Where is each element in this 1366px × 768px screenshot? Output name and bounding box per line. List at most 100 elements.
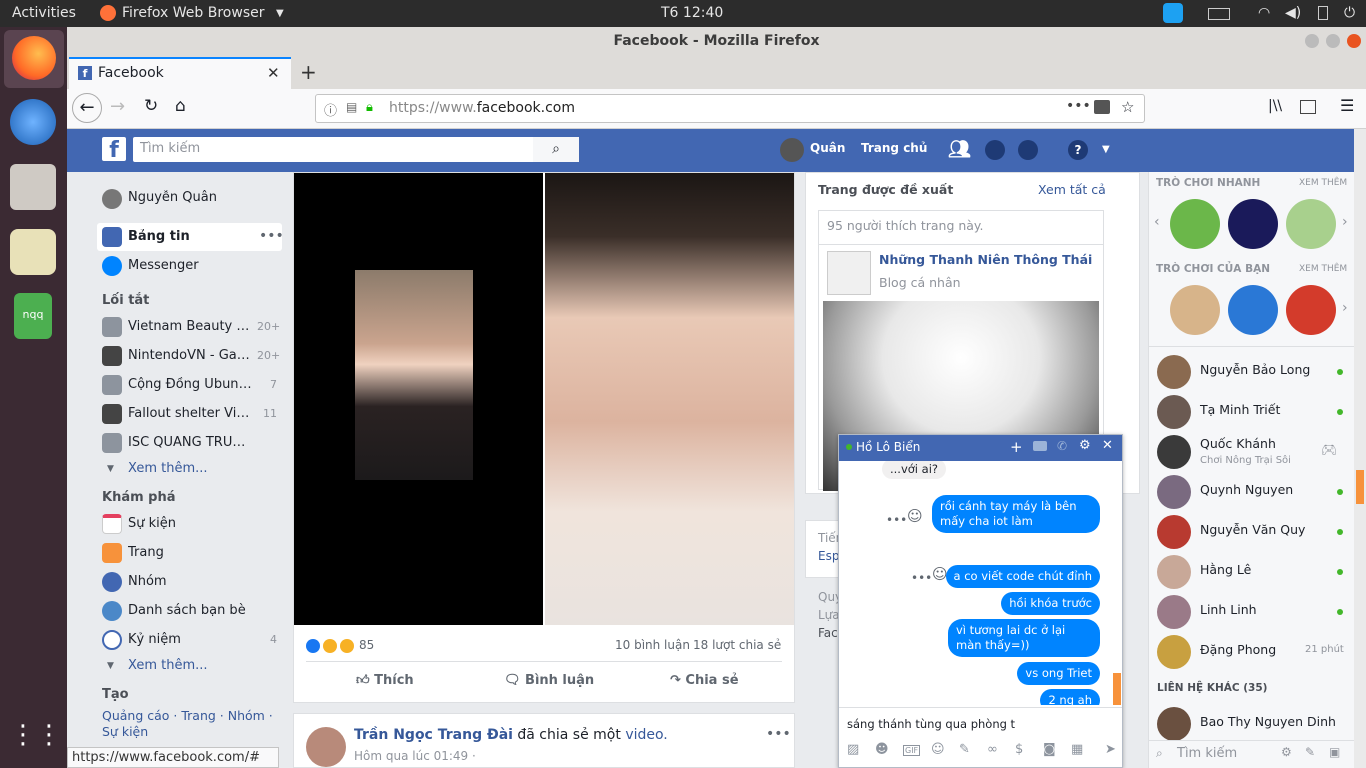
files-launcher[interactable] bbox=[10, 164, 56, 210]
table-icon[interactable]: ▦ bbox=[1071, 742, 1083, 757]
explore-item-memories[interactable]: Kỷ niệm bbox=[128, 632, 252, 647]
contact-item[interactable]: Linh Linh bbox=[1157, 593, 1347, 633]
game-farm-icon[interactable] bbox=[1170, 285, 1220, 335]
share-count[interactable]: 18 lượt chia sẻ bbox=[693, 638, 781, 652]
minimize-button[interactable] bbox=[1305, 34, 1319, 48]
see-more-shortcuts[interactable]: Xem thêm... bbox=[128, 461, 252, 476]
activities-button[interactable]: Activities bbox=[12, 5, 76, 21]
pocket-icon[interactable] bbox=[1094, 100, 1110, 114]
battery-icon[interactable] bbox=[1318, 6, 1328, 20]
contact-item[interactable]: Nguyễn Bảo Long bbox=[1157, 353, 1347, 393]
game-chicken-icon[interactable] bbox=[1228, 285, 1278, 335]
shortcut-item[interactable]: Vietnam Beauty & ... bbox=[128, 319, 252, 334]
tab-facebook[interactable]: f Facebook ✕ bbox=[69, 57, 291, 89]
url-bar[interactable]: ⓘ ▤ 🔒︎ https://www.facebook.com ••• ☆ bbox=[315, 94, 1145, 123]
avatar[interactable] bbox=[306, 727, 346, 767]
game-candy-icon[interactable] bbox=[1286, 285, 1336, 335]
add-people-icon[interactable]: + bbox=[1010, 438, 1023, 456]
chat-contact-name[interactable]: Hồ Lô Biển bbox=[856, 440, 920, 454]
show-apps-button[interactable]: ⋮⋮ bbox=[10, 712, 62, 758]
peek-text[interactable]: Esp bbox=[818, 549, 839, 563]
help-icon[interactable]: ? bbox=[1068, 140, 1088, 160]
contact-item[interactable]: Tạ Minh Triết bbox=[1157, 393, 1347, 433]
chevron-right-icon[interactable]: › bbox=[1342, 300, 1348, 316]
page-avatar[interactable] bbox=[827, 251, 871, 295]
profile-link[interactable]: Quân bbox=[810, 141, 845, 155]
keyboard-icon[interactable] bbox=[1208, 8, 1230, 20]
sidebar-item-newsfeed[interactable]: Bảng tin bbox=[128, 229, 252, 244]
power-icon[interactable]: ⏻ bbox=[1344, 5, 1355, 21]
gif-icon[interactable]: GIF bbox=[903, 745, 921, 756]
sidebar-toggle-icon[interactable] bbox=[1300, 100, 1316, 114]
image-icon[interactable]: ▨ bbox=[847, 742, 859, 757]
post-time[interactable]: Hôm qua lúc 01:49 · bbox=[354, 749, 476, 763]
facebook-logo[interactable]: f bbox=[102, 137, 126, 163]
more-options-icon[interactable]: ••• bbox=[259, 228, 284, 244]
app-menu[interactable]: Firefox Web Browser bbox=[122, 5, 265, 21]
contact-item[interactable]: Quốc Khánh Chơi Nông Trại Sôi 🎮︎ bbox=[1157, 433, 1347, 473]
game-minecraft-icon[interactable] bbox=[1170, 199, 1220, 249]
firefox-launcher[interactable] bbox=[4, 30, 64, 88]
maximize-button[interactable] bbox=[1326, 34, 1340, 48]
message-input[interactable]: sáng thánh tùng qua phòng t bbox=[847, 717, 1015, 731]
notifications-globe-icon[interactable] bbox=[1018, 140, 1038, 160]
gear-icon[interactable]: ⚙ bbox=[1079, 438, 1091, 453]
attach-icon[interactable]: ✎ bbox=[959, 742, 970, 757]
explore-item-friend-lists[interactable]: Danh sách bạn bè bbox=[128, 603, 252, 618]
chevron-right-icon[interactable]: › bbox=[1342, 214, 1348, 230]
page-scrollbar[interactable] bbox=[1354, 129, 1366, 768]
forward-button[interactable]: → bbox=[110, 96, 125, 117]
see-more-explore[interactable]: Xem thêm... bbox=[128, 658, 252, 673]
shortcut-item[interactable]: NintendoVN - Gam... bbox=[128, 348, 252, 363]
library-icon[interactable]: |\\ bbox=[1268, 98, 1282, 114]
contact-item[interactable]: Quynh Nguyen bbox=[1157, 473, 1347, 513]
hamburger-menu-icon[interactable]: ☰ bbox=[1340, 96, 1354, 115]
phone-icon[interactable]: ✆ bbox=[1057, 439, 1067, 453]
permissions-icon[interactable]: ▤ bbox=[346, 100, 357, 114]
video-link[interactable]: video. bbox=[625, 727, 667, 743]
info-icon[interactable]: ⓘ bbox=[324, 100, 337, 119]
reaction-count[interactable]: 85 bbox=[359, 638, 374, 652]
skype-icon[interactable] bbox=[1163, 3, 1183, 23]
see-more-your-games[interactable]: XEM THÊM bbox=[1299, 264, 1347, 274]
chevron-left-icon[interactable]: ‹ bbox=[1154, 214, 1160, 230]
post-photo-left[interactable] bbox=[294, 173, 543, 625]
compose-icon[interactable]: ✎ bbox=[1305, 745, 1315, 759]
page-actions-icon[interactable]: ••• bbox=[1066, 98, 1091, 114]
search-icon[interactable]: ⌕ bbox=[533, 137, 579, 162]
message-actions-icon[interactable]: ••• bbox=[911, 571, 932, 585]
comment-button[interactable]: 🗨︎ Bình luận bbox=[504, 673, 594, 688]
thunderbird-launcher[interactable] bbox=[10, 99, 56, 145]
share-button[interactable]: ↷ Chia sẻ bbox=[670, 673, 739, 688]
camera-icon[interactable]: ◙ bbox=[1043, 742, 1056, 757]
profile-link[interactable]: Nguyễn Quân bbox=[128, 190, 252, 205]
contact-item[interactable]: Bao Thy Nguyen Dinh bbox=[1157, 705, 1347, 745]
reload-button[interactable]: ↻ bbox=[144, 96, 158, 116]
contact-item[interactable]: Đặng Phong 21 phút bbox=[1157, 633, 1347, 673]
chat-scrollbar[interactable] bbox=[1113, 673, 1121, 705]
back-button[interactable]: ← bbox=[72, 93, 102, 123]
explore-item-pages[interactable]: Trang bbox=[128, 545, 252, 560]
create-event-link[interactable]: Sự kiện bbox=[102, 724, 148, 739]
chat-header[interactable]: Hồ Lô Biển + ✆ ⚙ ✕ bbox=[839, 435, 1122, 461]
volume-icon[interactable]: ◀) bbox=[1285, 5, 1301, 21]
rhythmbox-launcher[interactable] bbox=[10, 229, 56, 275]
close-tab-icon[interactable]: ✕ bbox=[267, 64, 280, 82]
home-button[interactable]: ⌂ bbox=[175, 96, 186, 116]
link-icon[interactable]: ∞ bbox=[987, 742, 998, 757]
message-actions-icon[interactable]: ••• bbox=[886, 513, 907, 527]
home-link[interactable]: Trang chủ bbox=[861, 141, 927, 155]
payment-icon[interactable]: $ bbox=[1015, 742, 1023, 757]
shortcut-item[interactable]: Fallout shelter Viet ... bbox=[128, 406, 252, 421]
game-snake-icon[interactable] bbox=[1228, 199, 1278, 249]
page-name[interactable]: Những Thanh Niên Thông Thái bbox=[879, 252, 1092, 267]
game-soccer-icon[interactable] bbox=[1286, 199, 1336, 249]
sidebar-item-messenger[interactable]: Messenger bbox=[128, 258, 252, 273]
video-call-icon[interactable] bbox=[1033, 441, 1047, 451]
account-menu-chevron-icon[interactable]: ▼ bbox=[1102, 144, 1110, 155]
more-options-icon[interactable]: ••• bbox=[766, 726, 791, 742]
group-chat-icon[interactable]: ▣ bbox=[1329, 745, 1340, 759]
bookmark-star-icon[interactable]: ☆ bbox=[1121, 98, 1134, 116]
new-tab-button[interactable]: + bbox=[300, 60, 317, 84]
messenger-icon[interactable] bbox=[985, 140, 1005, 160]
